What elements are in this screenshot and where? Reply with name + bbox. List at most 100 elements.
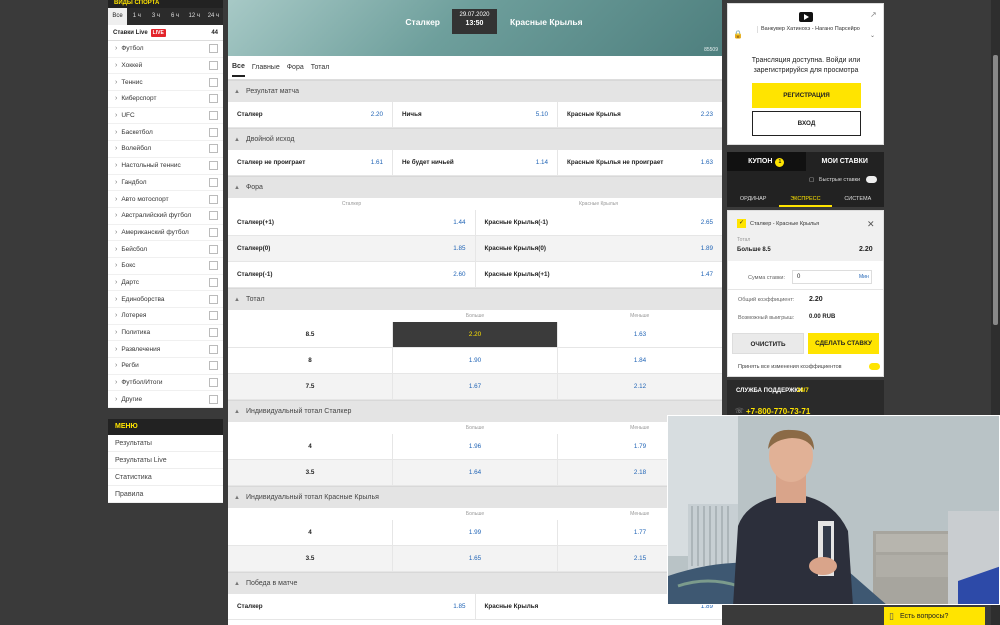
sport-checkbox[interactable] bbox=[209, 311, 218, 321]
sport-checkbox[interactable] bbox=[209, 378, 218, 388]
sport-item[interactable]: › Регби bbox=[108, 358, 223, 375]
sport-item[interactable]: › Киберспорт bbox=[108, 91, 223, 108]
sport-item[interactable]: › Гандбол bbox=[108, 174, 223, 192]
tab-main[interactable]: Главные bbox=[252, 59, 280, 76]
menu-item-statistics[interactable]: Статистика bbox=[108, 469, 223, 487]
sport-checkbox[interactable] bbox=[209, 211, 218, 221]
sport-checkbox[interactable] bbox=[209, 244, 218, 254]
chat-button[interactable]: ▯ Есть вопросы? bbox=[884, 607, 985, 625]
odds-cell[interactable]: 1.63 bbox=[558, 322, 722, 347]
sport-checkbox[interactable] bbox=[209, 144, 218, 154]
odds-cell[interactable]: 1.64 bbox=[393, 460, 558, 485]
accept-changes-toggle[interactable] bbox=[869, 363, 880, 370]
tab-all[interactable]: Все bbox=[232, 58, 245, 77]
login-button[interactable]: ВХОД bbox=[752, 111, 861, 136]
sport-item[interactable]: › Бокс bbox=[108, 257, 223, 275]
odds-cell[interactable]: Не будет ничьей 1.14 bbox=[393, 150, 558, 175]
odds-cell[interactable]: Красные Крылья(+1) 1.47 bbox=[476, 262, 723, 287]
sport-checkbox[interactable] bbox=[209, 44, 218, 54]
odds-cell[interactable]: Красные Крылья 2.23 bbox=[558, 102, 722, 127]
odds-cell[interactable]: Сталкер(0) 1.85 bbox=[228, 236, 476, 261]
odds-cell[interactable]: 1.90 bbox=[393, 348, 558, 373]
sport-item[interactable]: › Теннис bbox=[108, 74, 223, 92]
odds-cell[interactable]: 2.12 bbox=[558, 374, 722, 399]
stream-match[interactable]: Ванкувер Хатинохэ - Нагано Парсейро bbox=[757, 26, 867, 33]
sport-item[interactable]: › Баскетбол bbox=[108, 124, 223, 142]
sport-item[interactable]: › Развлечения bbox=[108, 341, 223, 359]
odds-cell[interactable]: 1.99 bbox=[393, 520, 558, 545]
live-bets-row[interactable]: Ставки Live LIVE 44 bbox=[108, 25, 223, 41]
odds-cell[interactable]: Сталкер не проиграет 1.61 bbox=[228, 150, 393, 175]
chevron-down-icon[interactable]: ⌄ bbox=[870, 32, 875, 39]
sport-item[interactable]: › Дартс bbox=[108, 274, 223, 292]
fast-bets-toggle[interactable] bbox=[866, 176, 877, 183]
time-filter-12h[interactable]: 12 ч bbox=[185, 8, 204, 25]
tab-system[interactable]: СИСТЕМА bbox=[832, 191, 884, 207]
sport-checkbox[interactable] bbox=[209, 94, 218, 104]
time-filter-24h[interactable]: 24 ч bbox=[204, 8, 223, 25]
market-header-double[interactable]: ▲ Двойной исход bbox=[228, 128, 722, 150]
sport-checkbox[interactable] bbox=[209, 277, 218, 287]
odds-cell[interactable]: Сталкер(-1) 2.60 bbox=[228, 262, 476, 287]
sport-item[interactable]: › Лотерея bbox=[108, 308, 223, 325]
sport-checkbox[interactable] bbox=[209, 77, 218, 87]
sport-item[interactable]: › Настольный теннис bbox=[108, 157, 223, 175]
menu-item-rules[interactable]: Правила bbox=[108, 486, 223, 504]
time-filter-1h[interactable]: 1 ч bbox=[127, 8, 146, 25]
sport-checkbox[interactable] bbox=[209, 227, 218, 237]
tab-handicap[interactable]: Фора bbox=[287, 59, 304, 76]
sport-checkbox[interactable] bbox=[209, 111, 218, 121]
sport-checkbox[interactable] bbox=[209, 161, 218, 171]
sport-checkbox[interactable] bbox=[209, 394, 218, 404]
time-filter-all[interactable]: Все bbox=[108, 8, 128, 25]
sport-item[interactable]: › Авто мотоспорт bbox=[108, 191, 223, 208]
market-header-individual-total-2[interactable]: ▲ Индивидуальный тотал Красные Крылья bbox=[228, 486, 722, 508]
stake-input[interactable]: 0 Мин bbox=[792, 270, 872, 284]
time-filter-6h[interactable]: 6 ч bbox=[166, 8, 185, 25]
sport-item[interactable]: › Хоккей bbox=[108, 57, 223, 75]
sport-item[interactable]: › Другие bbox=[108, 391, 223, 409]
odds-cell[interactable]: Красные Крылья не проиграет 1.63 bbox=[558, 150, 722, 175]
sport-checkbox[interactable] bbox=[209, 177, 218, 187]
sport-checkbox[interactable] bbox=[209, 328, 218, 338]
odds-cell-selected[interactable]: 2.20 bbox=[393, 322, 558, 347]
odds-cell[interactable]: Красные Крылья(0) 1.89 bbox=[476, 236, 723, 261]
market-header-total[interactable]: ▲ Тотал bbox=[228, 288, 722, 310]
market-header-handicap[interactable]: ▲ Фора bbox=[228, 176, 722, 198]
sport-item[interactable]: › Единоборства bbox=[108, 291, 223, 308]
odds-cell[interactable]: Сталкер(+1) 1.44 bbox=[228, 210, 476, 235]
place-bet-button[interactable]: СДЕЛАТЬ СТАВКУ bbox=[808, 333, 879, 354]
odds-cell[interactable]: 1.65 bbox=[393, 546, 558, 571]
sport-checkbox[interactable] bbox=[209, 127, 218, 137]
menu-item-results-live[interactable]: Результаты Live bbox=[108, 452, 223, 470]
odds-cell[interactable]: Красные Крылья(-1) 2.65 bbox=[476, 210, 723, 235]
tab-express[interactable]: ЭКСПРЕСС bbox=[779, 191, 832, 207]
sport-item[interactable]: › Футбол/Итоги bbox=[108, 374, 223, 392]
odds-cell[interactable]: Ничья 5.10 bbox=[393, 102, 558, 127]
sport-item[interactable]: › Волейбол bbox=[108, 141, 223, 158]
tab-coupon[interactable]: КУПОН 1 bbox=[727, 152, 806, 171]
odds-cell[interactable]: 1.84 bbox=[558, 348, 722, 373]
menu-item-results[interactable]: Результаты bbox=[108, 435, 223, 453]
sport-checkbox[interactable] bbox=[209, 61, 218, 71]
odds-cell[interactable]: 1.96 bbox=[393, 434, 558, 459]
sport-checkbox[interactable] bbox=[209, 361, 218, 371]
market-header-win[interactable]: ▲ Победа в матче bbox=[228, 572, 722, 594]
close-icon[interactable]: ✕ bbox=[867, 219, 875, 230]
tab-my-bets[interactable]: МОИ СТАВКИ bbox=[806, 152, 885, 171]
sport-item[interactable]: › Футбол bbox=[108, 41, 223, 58]
odds-cell[interactable]: Сталкер 1.85 bbox=[228, 594, 476, 619]
sport-checkbox[interactable] bbox=[209, 294, 218, 304]
tab-single[interactable]: ОРДИНАР bbox=[727, 191, 779, 207]
sport-item[interactable]: › Политика bbox=[108, 324, 223, 342]
sport-item[interactable]: › Австралийский футбол bbox=[108, 207, 223, 225]
sport-checkbox[interactable] bbox=[209, 194, 218, 204]
time-filter-3h[interactable]: 3 ч bbox=[146, 8, 165, 25]
odds-cell[interactable]: Сталкер 2.20 bbox=[228, 102, 393, 127]
market-header-individual-total-1[interactable]: ▲ Индивидуальный тотал Сталкер bbox=[228, 400, 722, 422]
odds-cell[interactable]: 1.67 bbox=[393, 374, 558, 399]
sport-checkbox[interactable] bbox=[209, 261, 218, 271]
expand-icon[interactable]: ↗ bbox=[870, 10, 877, 19]
tab-total[interactable]: Тотал bbox=[311, 59, 330, 76]
sport-checkbox[interactable] bbox=[209, 344, 218, 354]
